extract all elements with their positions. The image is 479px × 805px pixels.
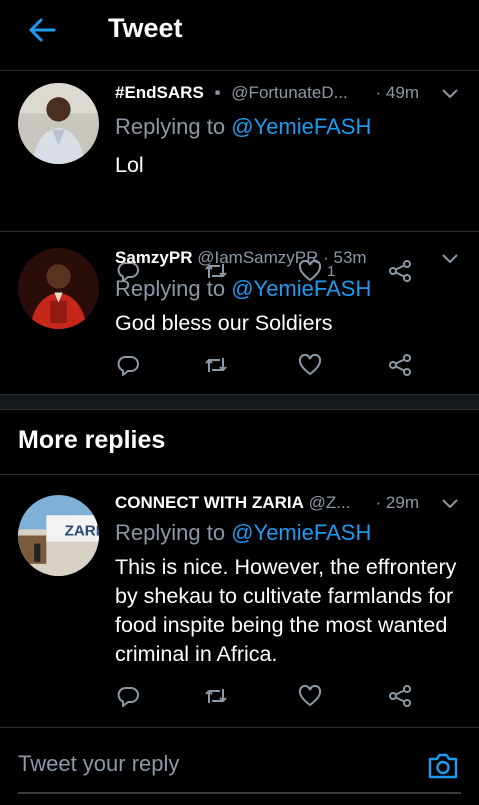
share-button[interactable]	[387, 350, 413, 380]
reply-tweet[interactable]: SamzyPR @IamSamzyPR · 53m Replying to @Y…	[0, 232, 479, 395]
chevron-down-icon[interactable]	[439, 492, 461, 514]
input-underline	[18, 792, 461, 794]
replying-to: Replying to @YemieFASH	[115, 520, 372, 545]
avatar[interactable]	[18, 248, 99, 329]
page-title: Tweet	[108, 13, 183, 43]
user-handle[interactable]: @FortunateD...	[231, 83, 347, 102]
mention-link[interactable]: @YemieFASH	[231, 276, 371, 301]
tweet-text: This is nice. However, the effrontery by…	[115, 555, 457, 666]
mention-link[interactable]: @YemieFASH	[231, 520, 371, 545]
tweet-meta: SamzyPR @IamSamzyPR · 53m	[115, 248, 461, 268]
tweet-actions	[115, 681, 419, 711]
reply-composer: Tweet your reply	[0, 727, 479, 805]
timestamp[interactable]: · 53m	[323, 248, 366, 267]
reply-icon	[117, 356, 139, 376]
reply-icon	[117, 687, 139, 707]
more-replies-header: More replies	[0, 410, 479, 475]
replying-to: Replying to @YemieFASH	[115, 276, 372, 301]
heart-icon	[298, 353, 322, 376]
reply-tweet[interactable]: #EndSARS ▪ @FortunateD... · 49m Replying…	[0, 71, 479, 282]
retweet-icon	[205, 358, 227, 372]
retweet-button[interactable]	[203, 350, 229, 380]
display-name[interactable]: CONNECT WITH ZARIA	[115, 493, 304, 512]
verified-badge: ▪	[214, 83, 221, 102]
like-button[interactable]	[297, 681, 323, 711]
display-name[interactable]: SamzyPR	[115, 248, 192, 267]
mention-link[interactable]: @YemieFASH	[231, 114, 371, 139]
timestamp[interactable]: · 29m	[376, 493, 419, 513]
like-button[interactable]	[297, 350, 323, 380]
timestamp[interactable]: · 49m	[376, 83, 419, 103]
replying-to: Replying to @YemieFASH	[115, 114, 372, 139]
heart-icon	[298, 684, 322, 707]
chevron-down-icon[interactable]	[439, 82, 461, 104]
share-icon	[389, 354, 411, 376]
user-handle[interactable]: @Z...	[309, 493, 351, 512]
tweet-meta: CONNECT WITH ZARIA @Z... · 29m	[115, 493, 461, 513]
avatar[interactable]: ZARI	[18, 495, 99, 576]
avatar-logo-text: ZARI	[65, 523, 99, 540]
reply-tweet[interactable]: ZARI CONNECT WITH ZARIA @Z... · 29m Repl…	[0, 475, 479, 727]
top-bar: Tweet	[0, 0, 479, 71]
retweet-icon	[205, 689, 227, 703]
back-arrow-icon[interactable]	[24, 12, 60, 48]
reply-button[interactable]	[115, 350, 141, 380]
chevron-down-icon[interactable]	[439, 247, 461, 269]
tweet-meta: #EndSARS ▪ @FortunateD... · 49m	[115, 83, 461, 103]
retweet-button[interactable]	[203, 681, 229, 711]
reply-button[interactable]	[115, 681, 141, 711]
share-icon	[389, 685, 411, 707]
tweet-text: God bless our Soldiers	[115, 311, 333, 335]
display-name[interactable]: #EndSARS	[115, 83, 204, 102]
tweet-text: Lol	[115, 153, 144, 177]
reply-input[interactable]: Tweet your reply	[18, 746, 398, 782]
avatar[interactable]	[18, 83, 99, 164]
section-title: More replies	[18, 426, 166, 454]
user-handle[interactable]: @IamSamzyPR	[197, 248, 318, 267]
section-divider	[0, 395, 479, 410]
camera-icon[interactable]	[425, 748, 461, 784]
share-button[interactable]	[387, 681, 413, 711]
tweet-actions	[115, 350, 419, 380]
